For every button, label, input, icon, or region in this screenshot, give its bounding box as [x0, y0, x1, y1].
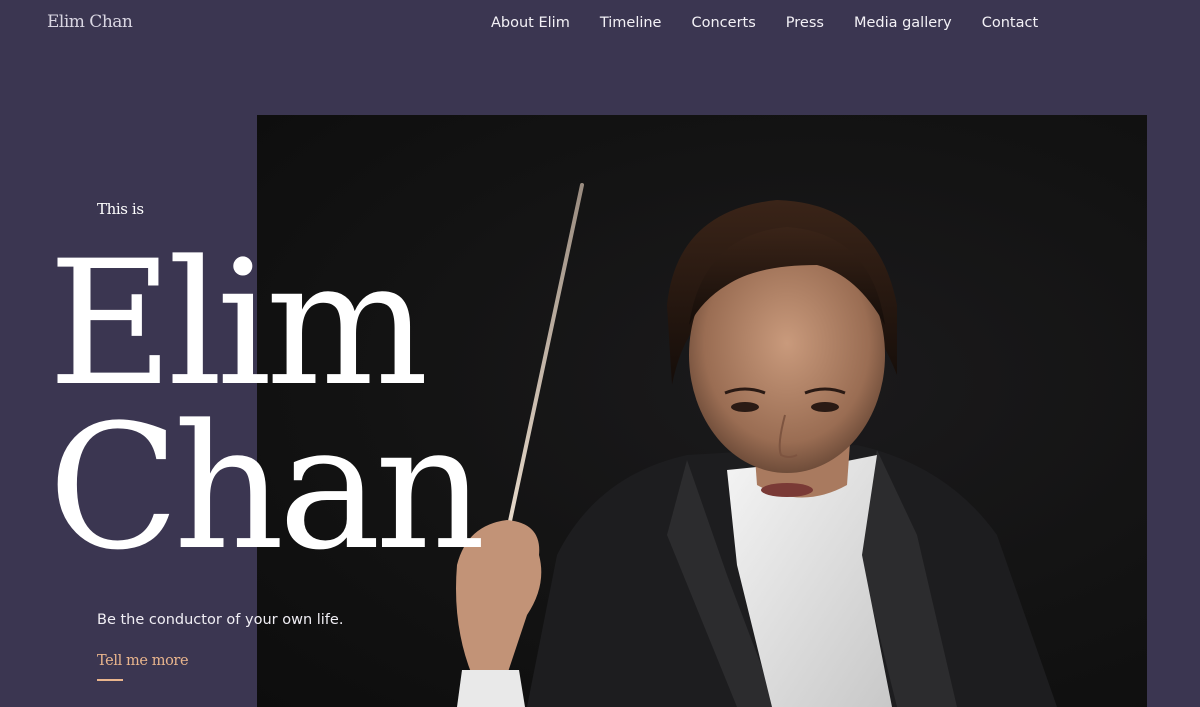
baton-shape	[505, 183, 584, 537]
hero-tagline: Be the conductor of your own life.	[97, 612, 344, 628]
hero-last-name: Chan	[48, 387, 486, 588]
nav-item-contact[interactable]: Contact	[982, 15, 1038, 31]
hero-first-name: Elim	[48, 223, 429, 424]
tell-me-more-link[interactable]: Tell me more	[97, 653, 189, 669]
eye-right-shape	[811, 402, 839, 412]
cta-underline	[97, 679, 123, 681]
lips-shape	[761, 483, 813, 497]
nav-item-about[interactable]: About Elim	[491, 15, 570, 31]
nav-item-press[interactable]: Press	[786, 15, 824, 31]
eye-left-shape	[731, 402, 759, 412]
nav-item-media-gallery[interactable]: Media gallery	[854, 15, 952, 31]
hero-intro: This is	[97, 200, 144, 218]
cuff-shape	[457, 670, 525, 707]
nav-item-timeline[interactable]: Timeline	[600, 15, 662, 31]
site-logo[interactable]: Elim Chan	[47, 12, 133, 32]
main-nav: About Elim Timeline Concerts Press Media…	[491, 15, 1038, 31]
nav-item-concerts[interactable]: Concerts	[691, 15, 755, 31]
